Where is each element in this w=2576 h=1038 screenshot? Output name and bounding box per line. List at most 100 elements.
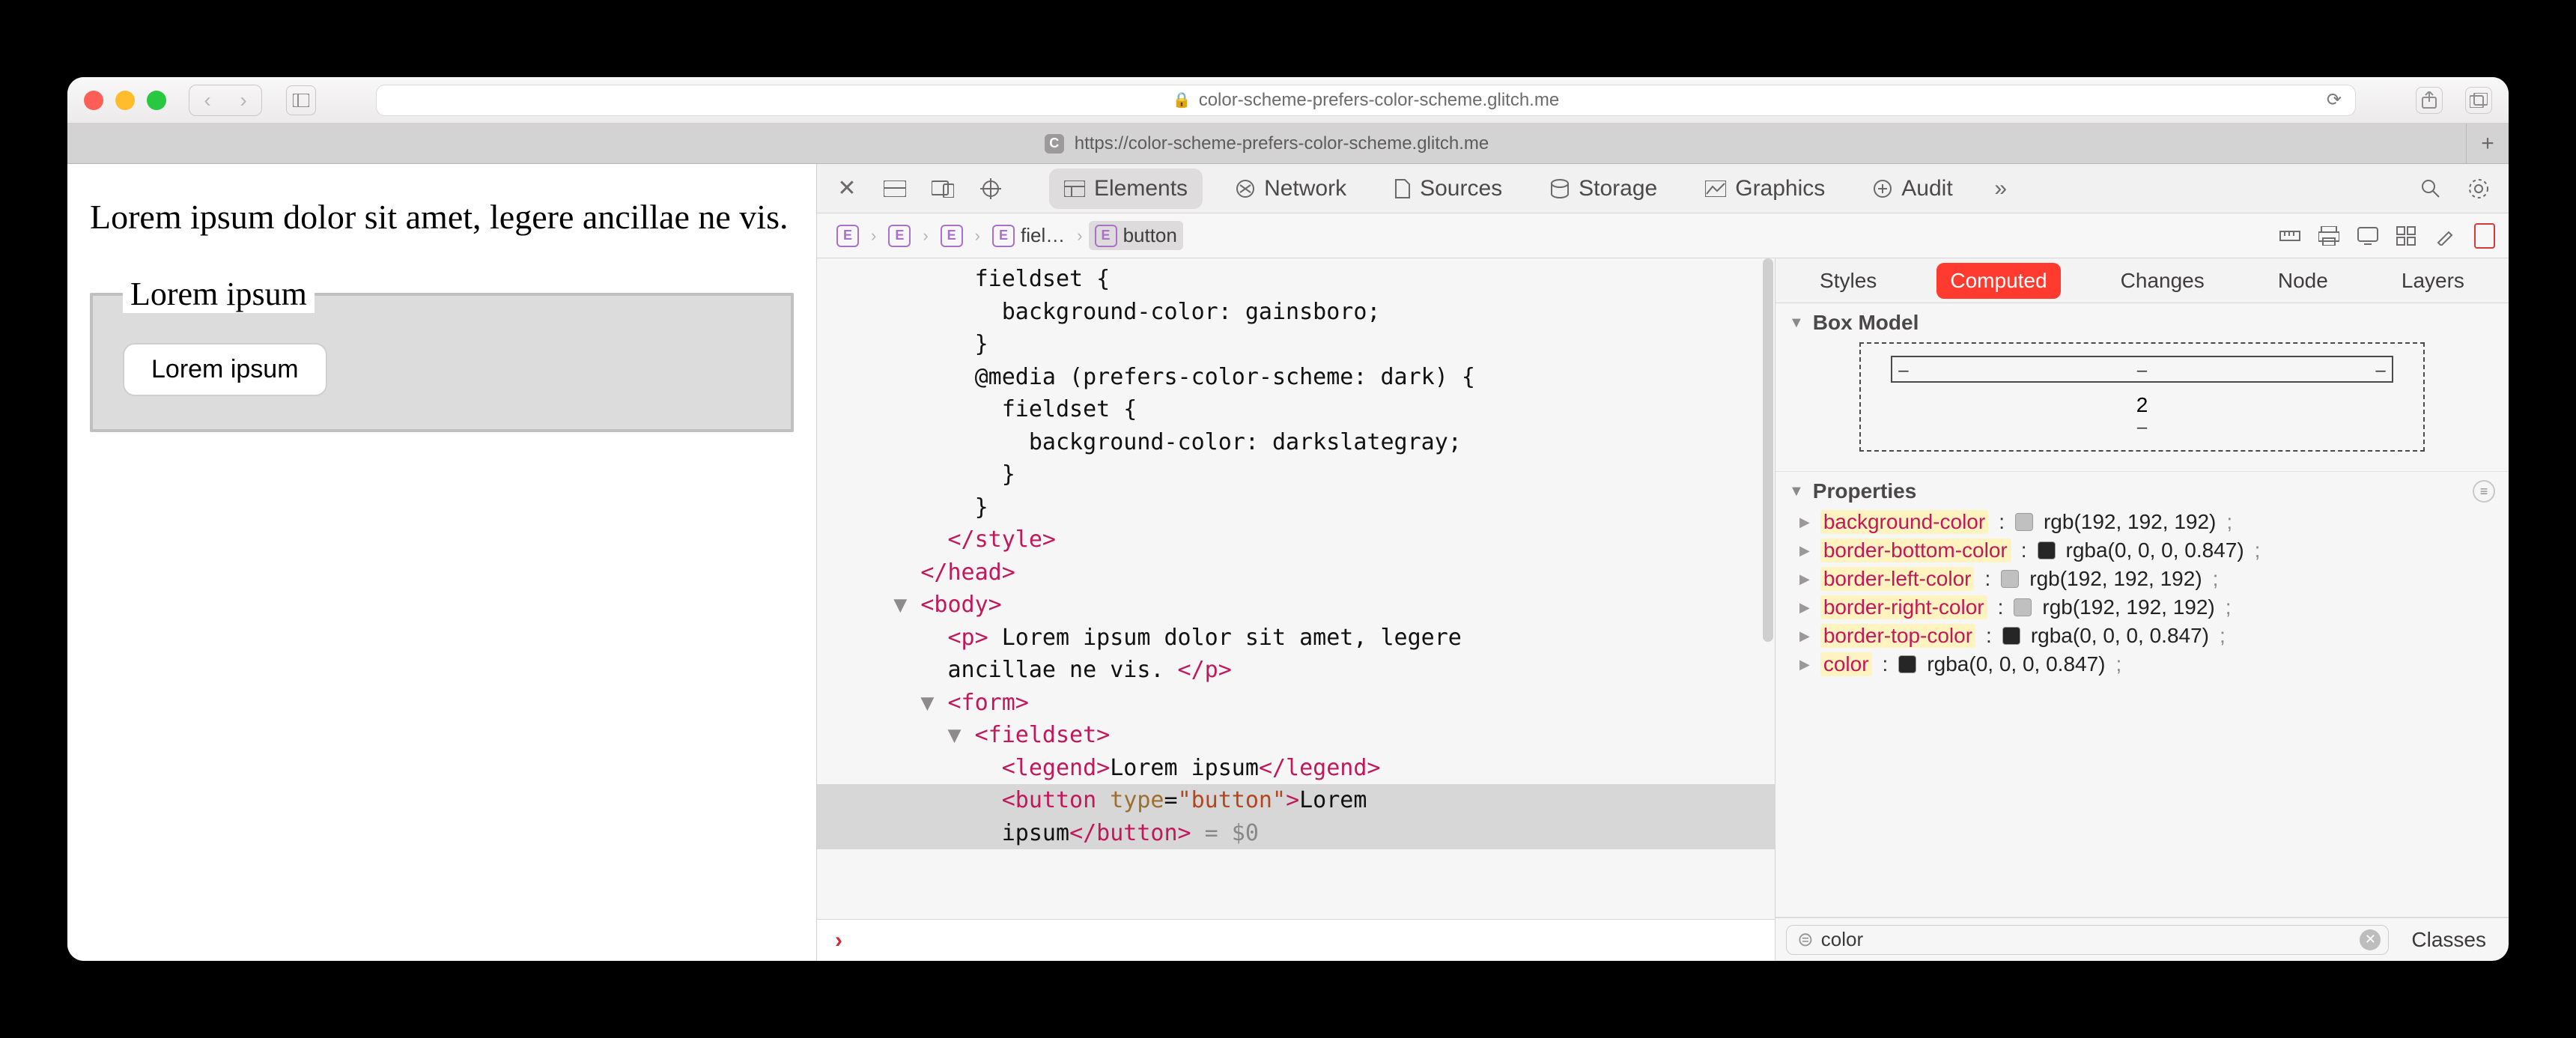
property-row[interactable]: ▶border-top-color:rgba(0, 0, 0, 0.847);: [1796, 622, 2488, 650]
disclosure-triangle-icon: ▶: [1799, 628, 1810, 644]
chevron-right-icon: ›: [1077, 226, 1082, 246]
code-line: fieldset {: [817, 393, 1775, 426]
classes-toggle-button[interactable]: Classes: [2399, 923, 2498, 956]
crumb-form[interactable]: E: [935, 222, 969, 250]
page-button[interactable]: Lorem ipsum: [123, 343, 327, 396]
color-swatch[interactable]: [2038, 541, 2056, 559]
tag-text: </legend>: [1259, 755, 1381, 781]
tag-text: >: [1286, 787, 1299, 813]
box-model-heading[interactable]: ▼ Box Model: [1789, 311, 2495, 335]
tab-network[interactable]: Network: [1221, 169, 1361, 209]
code-line: background-color: darkslategray;: [817, 426, 1775, 459]
search-devtools-button[interactable]: [2416, 174, 2446, 204]
tab-elements-label: Elements: [1094, 176, 1188, 201]
back-button[interactable]: ‹: [189, 85, 225, 115]
favicon: C: [1045, 134, 1064, 154]
color-swatch[interactable]: [2002, 627, 2020, 645]
titlebar-tools: [2416, 87, 2492, 114]
devtools-toolbar: ✕ Elements Network: [817, 164, 2509, 213]
tabs-overview-button[interactable]: [2465, 87, 2492, 114]
element-token-icon: E: [888, 225, 911, 247]
sidebar-toggle-button[interactable]: [286, 85, 316, 115]
tab-layers[interactable]: Layers: [2388, 263, 2478, 299]
devtools-subtoolbar: E › E › E › Efiel… › Ebutton: [817, 213, 2509, 258]
address-bar[interactable]: 🔒 color-scheme-prefers-color-scheme.glit…: [376, 85, 2356, 116]
settings-devtools-button[interactable]: [2464, 174, 2494, 204]
appearance-button[interactable]: [2357, 227, 2387, 245]
attr-value: "button": [1178, 787, 1287, 813]
tag-text: <button: [1002, 787, 1111, 813]
crumb-html[interactable]: E: [830, 222, 865, 250]
color-swatch[interactable]: [2014, 598, 2032, 616]
code-line: <legend>Lorem ipsum</legend>: [817, 752, 1775, 785]
tab-graphics[interactable]: Graphics: [1690, 169, 1840, 209]
tab-storage[interactable]: Storage: [1535, 169, 1672, 209]
dock-side-button[interactable]: [880, 174, 910, 204]
reload-button[interactable]: ⟳: [2327, 89, 2342, 111]
page-paragraph: Lorem ipsum dolor sit amet, legere ancil…: [90, 194, 794, 240]
overflow-tabs-button[interactable]: »: [1986, 174, 2016, 204]
box-model-value: 2: [1891, 390, 2393, 417]
filter-input[interactable]: ⊜ color ✕: [1786, 925, 2389, 955]
url-text: color-scheme-prefers-color-scheme.glitch…: [1199, 90, 1559, 111]
tag-text: <fieldset>: [975, 722, 1111, 748]
properties-options-button[interactable]: ≡: [2473, 480, 2495, 503]
property-row[interactable]: ▶border-left-color:rgb(192, 192, 192);: [1796, 565, 2488, 593]
brush-icon: [2435, 226, 2453, 246]
console-prompt[interactable]: ›: [817, 919, 1775, 961]
tab-audit[interactable]: Audit: [1858, 169, 1967, 209]
device-button[interactable]: [928, 174, 958, 204]
paint-flashing-button[interactable]: [2435, 226, 2465, 246]
chevron-right-icon: ›: [975, 226, 980, 246]
tab-changes[interactable]: Changes: [2107, 263, 2218, 299]
new-tab-button[interactable]: +: [2467, 124, 2509, 163]
crumb-button[interactable]: Ebutton: [1089, 221, 1183, 250]
ruler-button[interactable]: [2279, 227, 2309, 245]
tab-computed[interactable]: Computed: [1936, 263, 2060, 299]
browser-window: ‹ › 🔒 color-scheme-prefers-color-scheme.…: [67, 77, 2509, 961]
filter-row: ⊜ color ✕ Classes: [1775, 917, 2509, 961]
color-swatch[interactable]: [1898, 655, 1916, 673]
chevron-right-icon: ›: [923, 226, 928, 246]
properties-list: ▶background-color:rgb(192, 192, 192);▶bo…: [1789, 503, 2495, 688]
close-window-button[interactable]: [84, 91, 103, 110]
tab-sources[interactable]: Sources: [1379, 169, 1517, 209]
tag-text: </p>: [1178, 657, 1232, 683]
color-swatch[interactable]: [2015, 513, 2033, 531]
browser-tab[interactable]: C https://color-scheme-prefers-color-sch…: [67, 124, 2467, 163]
share-button[interactable]: [2416, 87, 2443, 114]
crumb-body[interactable]: E: [882, 222, 917, 250]
dom-tree[interactable]: fieldset { background-color: gainsboro; …: [817, 258, 1775, 919]
property-row[interactable]: ▶color:rgba(0, 0, 0, 0.847);: [1796, 650, 2488, 679]
properties-section: ▼ Properties ≡ ▶background-color:rgb(192…: [1775, 472, 2509, 917]
crumb-fieldset[interactable]: Efiel…: [986, 221, 1071, 250]
section-title: Box Model: [1813, 311, 1919, 335]
tag-text: <form>: [948, 690, 1029, 716]
dom-scrollbar[interactable]: [1763, 258, 1773, 642]
tab-elements[interactable]: Elements: [1049, 169, 1203, 209]
tab-styles[interactable]: Styles: [1806, 263, 1890, 299]
devtools: ✕ Elements Network: [816, 164, 2509, 961]
code-line: </head>: [817, 556, 1775, 589]
minimize-window-button[interactable]: [115, 91, 135, 110]
zoom-window-button[interactable]: [147, 91, 166, 110]
tab-node[interactable]: Node: [2264, 263, 2342, 299]
property-row[interactable]: ▶border-right-color:rgb(192, 192, 192);: [1796, 593, 2488, 622]
forward-button[interactable]: ›: [225, 85, 261, 115]
printer-icon: [2318, 226, 2339, 246]
compositing-borders-button[interactable]: [2474, 223, 2495, 249]
properties-heading[interactable]: ▼ Properties ≡: [1789, 479, 2495, 503]
tab-graphics-label: Graphics: [1735, 176, 1825, 201]
property-row[interactable]: ▶border-bottom-color:rgba(0, 0, 0, 0.847…: [1796, 536, 2488, 565]
filter-icon: ⊜: [1797, 928, 1814, 951]
display-icon: [2357, 227, 2378, 245]
property-value: rgba(0, 0, 0, 0.847): [1927, 652, 2105, 676]
print-styles-button[interactable]: [2318, 226, 2348, 246]
clear-filter-button[interactable]: ✕: [2360, 929, 2381, 950]
color-swatch[interactable]: [2001, 570, 2019, 588]
inspect-target-button[interactable]: [976, 174, 1006, 204]
property-row[interactable]: ▶background-color:rgb(192, 192, 192);: [1796, 508, 2488, 536]
selected-dom-node[interactable]: <button type="button">Lorem: [817, 784, 1775, 817]
close-devtools-button[interactable]: ✕: [832, 174, 862, 204]
shadow-dom-button[interactable]: [2396, 226, 2426, 246]
